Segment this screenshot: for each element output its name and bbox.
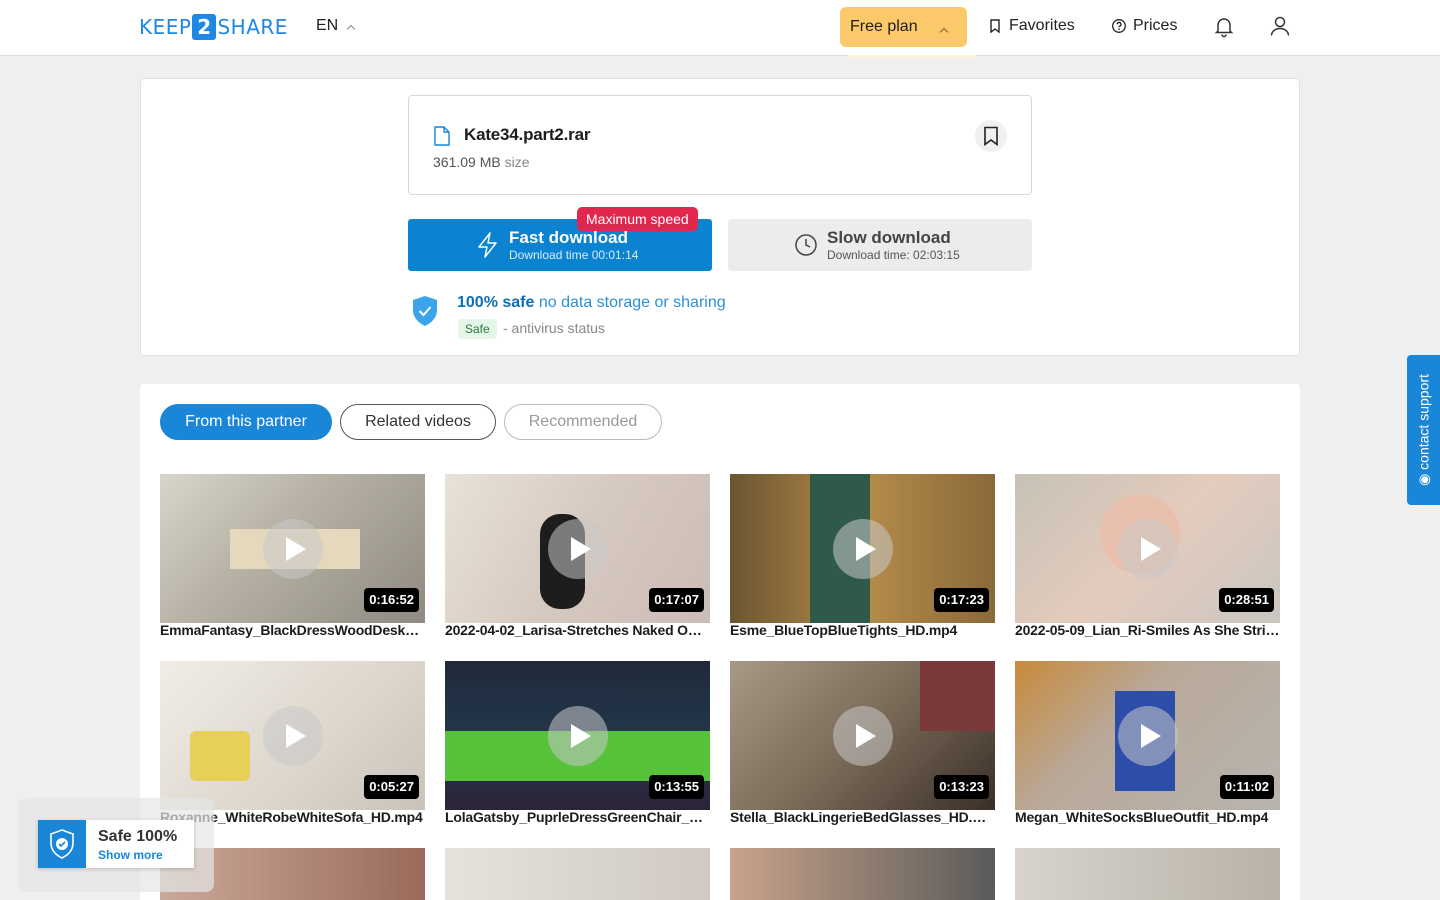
video-thumbnail[interactable]: 0:05:27 — [160, 661, 425, 810]
video-thumbnail[interactable]: 0:13:23 — [730, 661, 995, 810]
contact-support-text: contact support — [1415, 374, 1431, 470]
logo-text-right: SHARE — [217, 15, 288, 39]
shield-check-icon — [50, 829, 74, 859]
fast-download-label: Fast download — [509, 228, 628, 247]
video-duration: 0:16:52 — [364, 588, 419, 612]
video-title[interactable]: Esme_BlueTopBlueTights_HD.mp4 — [730, 622, 995, 638]
slow-download-label: Slow download — [827, 228, 951, 247]
video-duration: 0:17:07 — [649, 588, 704, 612]
video-thumbnail[interactable] — [1015, 848, 1280, 900]
language-label: EN — [316, 17, 339, 34]
video-duration: 0:05:27 — [364, 775, 419, 799]
thumbnail-scene — [920, 661, 995, 731]
video-thumbnail[interactable]: 0:16:52 — [160, 474, 425, 623]
help-circle-icon — [1112, 19, 1126, 33]
video-thumbnail[interactable] — [730, 848, 995, 900]
free-plan-underline — [848, 55, 976, 59]
favorites-link[interactable]: Favorites — [987, 17, 1075, 35]
lightning-icon — [478, 232, 497, 258]
favorites-label: Favorites — [1009, 17, 1075, 34]
video-thumbnail[interactable]: 0:28:51 — [1015, 474, 1280, 623]
user-icon[interactable] — [1268, 14, 1292, 38]
clock-icon — [795, 234, 817, 256]
contact-support-label: ◉ contact support — [1415, 374, 1431, 486]
bookmark-icon — [990, 19, 1000, 34]
keep2share-logo[interactable]: KEEP 2 SHARE — [139, 14, 288, 40]
play-icon — [1118, 706, 1178, 766]
thumbnail-scene — [190, 731, 250, 781]
shield-check-icon — [413, 296, 437, 326]
play-icon — [548, 519, 608, 579]
safety-bold: 100% safe — [457, 294, 535, 311]
free-plan-label: Free plan — [850, 18, 918, 35]
antivirus-status-label: - antivirus status — [503, 320, 605, 336]
prices-label: Prices — [1133, 17, 1178, 34]
tab-from-this-partner[interactable]: From this partner — [160, 404, 332, 440]
add-to-favorites-button[interactable] — [975, 120, 1007, 152]
safety-text: no data storage or sharing — [538, 294, 726, 311]
video-duration: 0:11:02 — [1219, 775, 1274, 799]
play-icon — [548, 706, 608, 766]
video-thumbnail[interactable]: 0:17:07 — [445, 474, 710, 623]
free-plan-button[interactable]: Free plan — [840, 7, 967, 47]
file-size-unit: size — [504, 154, 530, 170]
play-icon — [263, 519, 323, 579]
video-duration: 0:13:55 — [649, 775, 704, 799]
video-title[interactable]: Megan_WhiteSocksBlueOutfit_HD.mp4 — [1015, 809, 1280, 825]
video-duration: 0:28:51 — [1219, 588, 1274, 612]
show-more-link[interactable]: Show more — [98, 848, 163, 862]
video-thumbnail[interactable]: 0:13:55 — [445, 661, 710, 810]
file-size-value: 361.09 MB — [433, 154, 501, 170]
bookmark-icon — [984, 126, 998, 146]
video-thumbnail[interactable] — [445, 848, 710, 900]
language-selector[interactable]: EN — [316, 17, 356, 35]
file-size: 361.09 MB size — [433, 154, 530, 170]
fast-download-time: Download time 00:01:14 — [509, 248, 639, 262]
safe-badge — [38, 820, 86, 868]
video-title[interactable]: LolaGatsby_PuprleDressGreenChair_HD.mp4 — [445, 809, 710, 825]
prices-link[interactable]: Prices — [1111, 17, 1177, 35]
tab-related-videos[interactable]: Related videos — [340, 404, 496, 440]
video-duration: 0:17:23 — [934, 588, 989, 612]
safe-widget[interactable]: Safe 100% Show more — [38, 820, 194, 868]
file-name: Kate34.part2.rar — [464, 125, 591, 144]
slow-download-button[interactable]: Slow download Download time: 02:03:15 — [728, 219, 1032, 271]
play-icon — [833, 519, 893, 579]
safe-widget-title: Safe 100% — [98, 828, 178, 845]
play-icon — [263, 706, 323, 766]
slow-download-time: Download time: 02:03:15 — [827, 248, 960, 262]
video-title[interactable]: EmmaFantasy_BlackDressWoodDesk_HD.mp4 — [160, 622, 425, 638]
video-title[interactable]: 2022-04-02_Larisa-Stretches Naked On Flo… — [445, 622, 710, 638]
safety-statement: 100% safe no data storage or sharing — [457, 294, 726, 312]
logo-number: 2 — [192, 14, 217, 40]
video-thumbnail[interactable]: 0:17:23 — [730, 474, 995, 623]
bell-icon[interactable] — [1212, 14, 1236, 38]
chevron-up-icon — [346, 24, 356, 33]
video-duration: 0:13:23 — [934, 775, 989, 799]
video-title[interactable]: Stella_BlackLingerieBedGlasses_HD.mp4 — [730, 809, 995, 825]
file-info-box — [408, 95, 1032, 195]
video-title[interactable]: 2022-05-09_Lian_Ri-Smiles As She Strips_… — [1015, 622, 1280, 638]
tab-recommended[interactable]: Recommended — [504, 404, 662, 440]
antivirus-status-badge: Safe — [458, 319, 497, 339]
top-header: KEEP 2 SHARE EN Free plan Favorites Pric… — [0, 0, 1440, 56]
logo-text-left: KEEP — [139, 15, 192, 39]
file-icon — [434, 126, 450, 146]
maximum-speed-badge: Maximum speed — [577, 207, 698, 231]
video-thumbnail[interactable]: 0:11:02 — [1015, 661, 1280, 810]
contact-support-button[interactable]: ◉ contact support — [1407, 355, 1440, 505]
chevron-up-icon — [939, 27, 949, 37]
play-icon — [833, 706, 893, 766]
play-icon — [1118, 519, 1178, 579]
